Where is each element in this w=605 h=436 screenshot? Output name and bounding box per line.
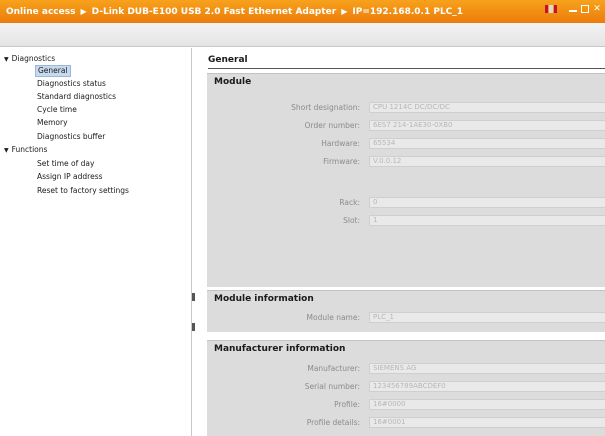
profile-field: 16#0000 — [369, 399, 605, 410]
nav-group-label: Functions — [11, 145, 48, 154]
profile-label: Profile: — [334, 400, 360, 409]
breadcrumb-adapter[interactable]: D-Link DUB-E100 USB 2.0 Fast Ethernet Ad… — [92, 7, 337, 17]
nav-item-set-time[interactable]: Set time of day — [37, 159, 94, 169]
nav-item-general[interactable]: General — [35, 65, 71, 77]
minimize-icon[interactable] — [569, 6, 577, 12]
nav-item-reset-factory[interactable]: Reset to factory settings — [37, 186, 129, 196]
firmware-field: V.0.0.12 — [369, 156, 605, 167]
nav-group-label: Diagnostics — [11, 54, 56, 63]
splitter-grip-icon[interactable] — [192, 323, 195, 331]
window-controls: ✕ — [545, 5, 601, 14]
hardware-field: 65534 — [369, 138, 605, 149]
page-title: General — [208, 55, 248, 65]
module-section: Module Short designation: CPU 1214C DC/D… — [207, 73, 605, 287]
slot-label: Slot: — [343, 216, 360, 225]
order-number-label: Order number: — [304, 121, 360, 130]
nav-group-diagnostics[interactable]: ▼ Diagnostics — [4, 54, 55, 65]
nav-item-cycle-time[interactable]: Cycle time — [37, 105, 77, 115]
module-name-field: PLC_1 — [369, 312, 605, 323]
navigation-tree: ▼ Diagnostics General Diagnostics status … — [0, 48, 192, 436]
rack-field: 0 — [369, 197, 605, 208]
nav-group-functions[interactable]: ▼ Functions — [4, 145, 47, 156]
breadcrumb-device[interactable]: IP=192.168.0.1 PLC_1 — [352, 7, 463, 17]
nav-item-diagnostics-status[interactable]: Diagnostics status — [37, 79, 106, 89]
serial-number-label: Serial number: — [304, 382, 360, 391]
module-information-section: Module information Module name: PLC_1 — [207, 290, 605, 332]
expanded-triangle-icon[interactable]: ▼ — [4, 147, 9, 154]
order-number-field: 6ES7 214-1AE30-0XB0 — [369, 120, 605, 131]
module-name-label: Module name: — [306, 313, 360, 322]
rack-label: Rack: — [339, 198, 360, 207]
section-title: Module — [214, 77, 252, 87]
section-title: Manufacturer information — [214, 344, 346, 354]
nav-item-memory[interactable]: Memory — [37, 118, 68, 128]
slot-field: 1 — [369, 215, 605, 226]
section-title: Module information — [214, 294, 314, 304]
manufacturer-information-section: Manufacturer information Manufacturer: S… — [207, 340, 605, 436]
breadcrumb-arrow-icon: ▶ — [341, 7, 348, 16]
firmware-label: Firmware: — [323, 157, 360, 166]
restore-icon[interactable] — [581, 5, 589, 13]
profile-details-label: Profile details: — [306, 418, 360, 427]
nav-item-standard-diagnostics[interactable]: Standard diagnostics — [37, 92, 116, 102]
serial-number-field: 123456789ABCDEF0 — [369, 381, 605, 392]
short-designation-field: CPU 1214C DC/DC/DC — [369, 102, 605, 113]
manufacturer-field: SIEMENS AG — [369, 363, 605, 374]
splitter-grip-icon[interactable] — [192, 293, 195, 301]
profile-details-field: 16#0001 — [369, 417, 605, 428]
toolbar — [0, 23, 605, 47]
nav-item-diagnostics-buffer[interactable]: Diagnostics buffer — [37, 132, 105, 142]
breadcrumb-online-access[interactable]: Online access — [6, 7, 75, 17]
hardware-label: Hardware: — [321, 139, 360, 148]
manufacturer-label: Manufacturer: — [307, 364, 360, 373]
short-designation-label: Short designation: — [291, 103, 360, 112]
title-bar: Online access ▶ D-Link DUB-E100 USB 2.0 … — [0, 0, 605, 23]
heading-divider — [208, 68, 605, 69]
expanded-triangle-icon[interactable]: ▼ — [4, 56, 9, 63]
nav-item-assign-ip[interactable]: Assign IP address — [37, 172, 103, 182]
content-area: General Module Short designation: CPU 12… — [198, 48, 605, 436]
close-icon[interactable]: ✕ — [593, 5, 601, 14]
breadcrumb-arrow-icon: ▶ — [80, 7, 87, 16]
tile-windows-icon[interactable] — [545, 5, 557, 13]
